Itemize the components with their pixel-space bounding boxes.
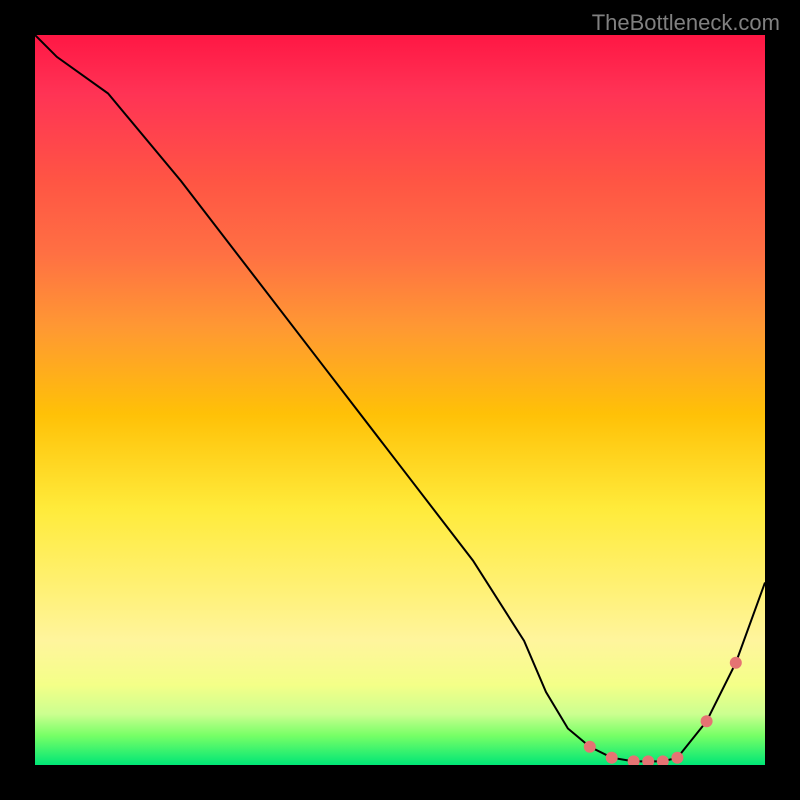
curve-marker	[584, 741, 596, 753]
chart-svg	[35, 35, 765, 765]
bottleneck-curve-line	[35, 35, 765, 761]
curve-marker	[642, 755, 654, 765]
curve-marker	[701, 715, 713, 727]
curve-marker	[606, 752, 618, 764]
curve-markers	[584, 657, 742, 765]
chart-container	[35, 35, 765, 765]
curve-marker	[657, 755, 669, 765]
curve-marker	[730, 657, 742, 669]
curve-marker	[671, 752, 683, 764]
attribution-text: TheBottleneck.com	[592, 10, 780, 36]
curve-marker	[628, 755, 640, 765]
